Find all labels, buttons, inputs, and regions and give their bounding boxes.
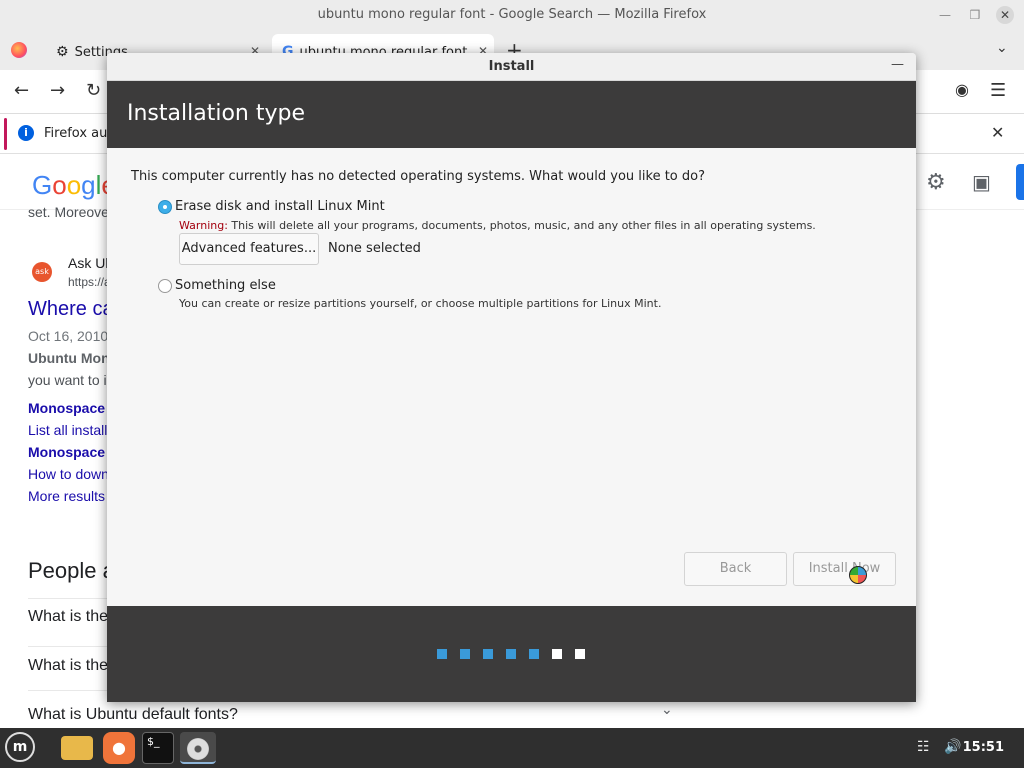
gear-icon: ⚙ [56, 44, 69, 60]
busy-cursor-icon [849, 566, 867, 584]
notification-accent [4, 118, 7, 150]
clock[interactable]: 15:51 [963, 740, 1004, 755]
firefox-titlebar: ubuntu mono regular font - Google Search… [0, 0, 1024, 30]
progress-step [437, 649, 447, 659]
info-icon: i [18, 125, 34, 141]
progress-step [529, 649, 539, 659]
question-item[interactable]: What is the [28, 608, 108, 626]
back-button[interactable]: Back [684, 552, 787, 586]
dialog-titlebar: Install — [107, 53, 916, 81]
apps-grid-icon[interactable]: ▣ [972, 170, 991, 194]
back-arrow-icon[interactable]: ← [14, 80, 29, 101]
progress-step [483, 649, 493, 659]
more-results-link[interactable]: More results [28, 488, 105, 504]
close-button[interactable]: ✕ [996, 6, 1014, 24]
sub-link[interactable]: List all install [28, 422, 107, 438]
disc-icon[interactable] [180, 732, 216, 764]
erase-disk-radio[interactable] [158, 200, 172, 214]
reload-icon[interactable]: ↻ [86, 80, 101, 101]
files-icon[interactable] [61, 736, 93, 760]
mint-menu-icon[interactable]: m [5, 732, 35, 762]
erase-disk-label[interactable]: Erase disk and install Linux Mint [175, 199, 385, 214]
dialog-header: Installation type [107, 81, 916, 148]
snippet-text: set. Moreove [28, 204, 109, 220]
volume-icon[interactable]: 🔊 [944, 739, 961, 755]
result-snippet-bold: Ubuntu Mon [28, 350, 110, 366]
question-item[interactable]: What is the [28, 657, 108, 675]
sub-link[interactable]: Monospace [28, 444, 105, 460]
something-else-label[interactable]: Something else [175, 278, 276, 293]
question-item[interactable]: What is Ubuntu default fonts? [28, 706, 238, 724]
maximize-button[interactable]: ❒ [966, 6, 984, 24]
install-dialog: Install — Installation type This compute… [107, 53, 916, 702]
result-snippet: you want to i [28, 372, 107, 388]
progress-step [506, 649, 516, 659]
something-else-description: You can create or resize partitions your… [179, 297, 662, 310]
terminal-icon[interactable]: $_ [142, 732, 174, 764]
page-title: Installation type [127, 101, 305, 126]
something-else-radio[interactable] [158, 279, 172, 293]
minimize-button[interactable]: — [891, 57, 904, 72]
advanced-features-value: None selected [328, 241, 421, 256]
chevron-down-icon[interactable]: ⌄ [661, 702, 673, 718]
installation-question: This computer currently has no detected … [131, 169, 705, 184]
sub-link[interactable]: Monospace [28, 400, 105, 416]
sign-in-button[interactable] [1016, 164, 1024, 200]
advanced-features-button[interactable]: Advanced features... [179, 233, 319, 265]
dialog-title: Install [488, 59, 535, 74]
forward-arrow-icon[interactable]: → [50, 80, 65, 101]
firefox-icon[interactable] [11, 42, 27, 58]
progress-step [575, 649, 585, 659]
result-date: Oct 16, 2010 [28, 328, 109, 344]
pocket-icon[interactable]: ◉ [955, 80, 969, 99]
warning-label: Warning: [179, 219, 228, 232]
minimize-button[interactable]: — [936, 6, 954, 24]
progress-step [460, 649, 470, 659]
sub-link[interactable]: How to down [28, 466, 109, 482]
network-icon[interactable]: ☷ [917, 739, 930, 755]
list-tabs-chevron-icon[interactable]: ⌄ [996, 40, 1008, 56]
google-logo[interactable]: Google [32, 170, 116, 201]
progress-footer [107, 606, 916, 702]
install-now-button[interactable]: Install Now [793, 552, 896, 586]
firefox-launcher-icon[interactable]: ● [103, 732, 135, 764]
warning-text: This will delete all your programs, docu… [227, 219, 816, 232]
taskbar: m ● $_ ☷ 🔊 15:51 [0, 728, 1024, 768]
window-title: ubuntu mono regular font - Google Search… [317, 7, 707, 22]
ask-ubuntu-icon: ask [32, 262, 52, 282]
people-also-ask-heading: People a [28, 558, 115, 583]
progress-step [552, 649, 562, 659]
result-url[interactable]: https://a [68, 275, 111, 289]
notification-text: Firefox aut [44, 126, 113, 141]
erase-warning: Warning: This will delete all your progr… [179, 219, 816, 232]
close-notification-icon[interactable]: ✕ [991, 123, 1004, 142]
progress-indicator [437, 649, 585, 659]
menu-icon[interactable]: ☰ [990, 80, 1006, 101]
result-site[interactable]: Ask Ul [68, 255, 108, 271]
settings-gear-icon[interactable]: ⚙ [926, 170, 946, 195]
result-title[interactable]: Where ca [28, 298, 114, 321]
